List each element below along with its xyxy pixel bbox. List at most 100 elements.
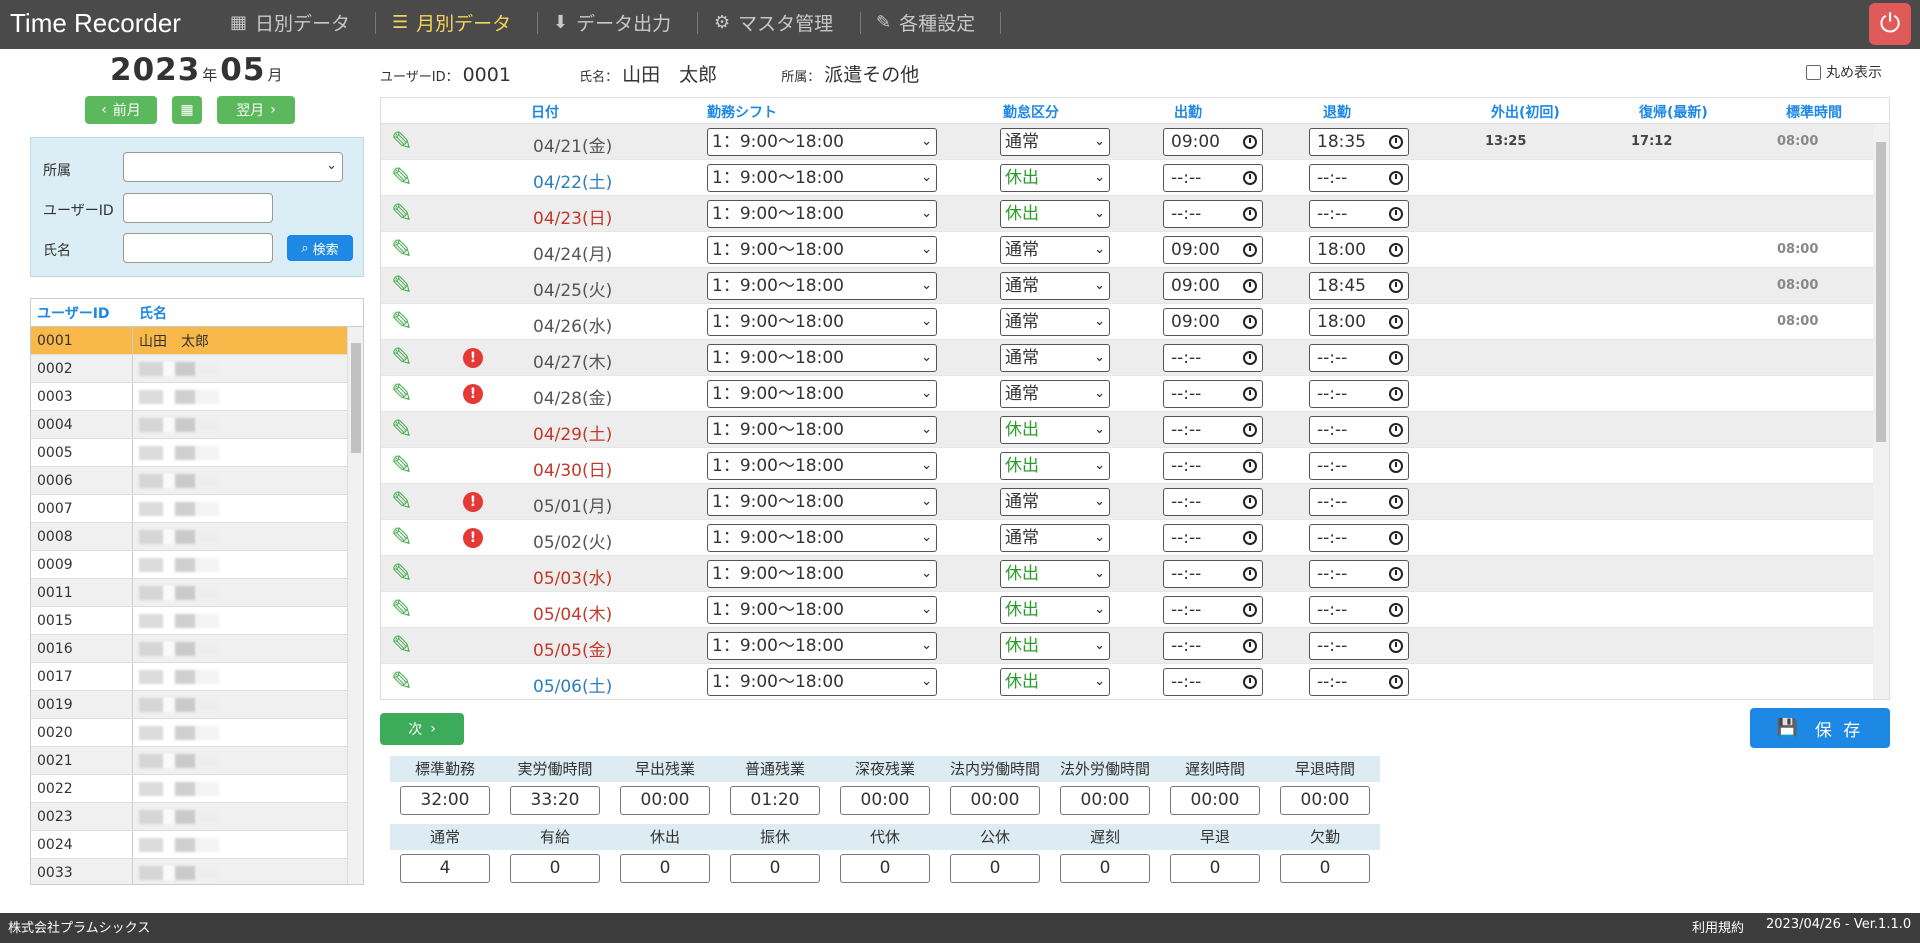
user-row[interactable]: 0004 bbox=[31, 411, 363, 439]
edit-icon[interactable]: ✎ bbox=[391, 668, 419, 696]
edit-icon[interactable]: ✎ bbox=[391, 128, 419, 156]
uid-input[interactable] bbox=[123, 193, 273, 223]
shift-select[interactable]: 1：9:00～18:00 ⌄ bbox=[707, 344, 937, 372]
clock-in-input[interactable]: --:-- bbox=[1163, 200, 1263, 228]
clock-in-input[interactable]: --:-- bbox=[1163, 668, 1263, 696]
kind-select[interactable]: 通常 ⌄ bbox=[1000, 344, 1110, 372]
shift-select[interactable]: 1：9:00～18:00 ⌄ bbox=[707, 524, 937, 552]
edit-icon[interactable]: ✎ bbox=[391, 524, 419, 552]
clock-out-input[interactable]: --:-- bbox=[1309, 452, 1409, 480]
user-row[interactable]: 0009 bbox=[31, 551, 363, 579]
kind-select[interactable]: 休出 ⌄ bbox=[1000, 200, 1110, 228]
clock-out-input[interactable]: 18:35 bbox=[1309, 128, 1409, 156]
shift-select[interactable]: 1：9:00～18:00 ⌄ bbox=[707, 236, 937, 264]
next-button[interactable]: 次 › bbox=[380, 713, 464, 745]
clock-in-input[interactable]: --:-- bbox=[1163, 344, 1263, 372]
edit-icon[interactable]: ✎ bbox=[391, 200, 419, 228]
clock-out-input[interactable]: --:-- bbox=[1309, 524, 1409, 552]
shift-select[interactable]: 1：9:00～18:00 ⌄ bbox=[707, 632, 937, 660]
shift-select[interactable]: 1：9:00～18:00 ⌄ bbox=[707, 452, 937, 480]
user-row[interactable]: 0033 bbox=[31, 859, 363, 884]
clock-in-input[interactable]: --:-- bbox=[1163, 452, 1263, 480]
clock-out-input[interactable]: --:-- bbox=[1309, 668, 1409, 696]
user-row[interactable]: 0019 bbox=[31, 691, 363, 719]
save-button[interactable]: 💾 保 存 bbox=[1750, 708, 1890, 748]
shift-select[interactable]: 1：9:00～18:00 ⌄ bbox=[707, 416, 937, 444]
clock-in-input[interactable]: --:-- bbox=[1163, 524, 1263, 552]
shift-select[interactable]: 1：9:00～18:00 ⌄ bbox=[707, 560, 937, 588]
clock-out-input[interactable]: --:-- bbox=[1309, 632, 1409, 660]
attendance-scrollbar[interactable] bbox=[1873, 124, 1889, 699]
edit-icon[interactable]: ✎ bbox=[391, 380, 419, 408]
clock-in-input[interactable]: 09:00 bbox=[1163, 128, 1263, 156]
clock-in-input[interactable]: --:-- bbox=[1163, 560, 1263, 588]
kind-select[interactable]: 休出 ⌄ bbox=[1000, 452, 1110, 480]
nav-daily-data[interactable]: ▦ 日別データ bbox=[230, 0, 350, 45]
edit-icon[interactable]: ✎ bbox=[391, 344, 419, 372]
shift-select[interactable]: 1：9:00～18:00 ⌄ bbox=[707, 200, 937, 228]
user-row[interactable]: 0007 bbox=[31, 495, 363, 523]
clock-out-input[interactable]: --:-- bbox=[1309, 344, 1409, 372]
clock-out-input[interactable]: --:-- bbox=[1309, 380, 1409, 408]
edit-icon[interactable]: ✎ bbox=[391, 488, 419, 516]
kind-select[interactable]: 通常 ⌄ bbox=[1000, 236, 1110, 264]
user-row[interactable]: 0015 bbox=[31, 607, 363, 635]
clock-out-input[interactable]: --:-- bbox=[1309, 596, 1409, 624]
calendar-button[interactable]: ▦ bbox=[172, 96, 202, 124]
next-month-button[interactable]: 翌月 › bbox=[217, 96, 295, 124]
user-row[interactable]: 0002 bbox=[31, 355, 363, 383]
kind-select[interactable]: 休出 ⌄ bbox=[1000, 668, 1110, 696]
kind-select[interactable]: 休出 ⌄ bbox=[1000, 596, 1110, 624]
clock-in-input[interactable]: --:-- bbox=[1163, 416, 1263, 444]
edit-icon[interactable]: ✎ bbox=[391, 596, 419, 624]
edit-icon[interactable]: ✎ bbox=[391, 272, 419, 300]
clock-out-input[interactable]: 18:00 bbox=[1309, 308, 1409, 336]
edit-icon[interactable]: ✎ bbox=[391, 452, 419, 480]
prev-month-button[interactable]: ‹ 前月 bbox=[85, 96, 157, 124]
clock-out-input[interactable]: --:-- bbox=[1309, 560, 1409, 588]
nav-master-management[interactable]: ⚙ マスタ管理 bbox=[714, 0, 833, 45]
rounding-toggle[interactable]: 丸め表示 bbox=[1806, 62, 1882, 82]
user-row[interactable]: 0016 bbox=[31, 635, 363, 663]
kind-select[interactable]: 通常 ⌄ bbox=[1000, 380, 1110, 408]
kind-select[interactable]: 休出 ⌄ bbox=[1000, 164, 1110, 192]
terms-link[interactable]: 利用規約 bbox=[1692, 917, 1744, 936]
clock-out-input[interactable]: 18:45 bbox=[1309, 272, 1409, 300]
shift-select[interactable]: 1：9:00～18:00 ⌄ bbox=[707, 308, 937, 336]
user-row[interactable]: 0024 bbox=[31, 831, 363, 859]
user-row[interactable]: 0017 bbox=[31, 663, 363, 691]
kind-select[interactable]: 休出 ⌄ bbox=[1000, 560, 1110, 588]
shift-select[interactable]: 1：9:00～18:00 ⌄ bbox=[707, 380, 937, 408]
shift-select[interactable]: 1：9:00～18:00 ⌄ bbox=[707, 596, 937, 624]
kind-select[interactable]: 休出 ⌄ bbox=[1000, 416, 1110, 444]
clock-out-input[interactable]: 18:00 bbox=[1309, 236, 1409, 264]
kind-select[interactable]: 通常 ⌄ bbox=[1000, 272, 1110, 300]
user-row[interactable]: 0003 bbox=[31, 383, 363, 411]
kind-select[interactable]: 通常 ⌄ bbox=[1000, 128, 1110, 156]
user-row[interactable]: 0005 bbox=[31, 439, 363, 467]
nav-settings[interactable]: ✎ 各種設定 bbox=[876, 0, 975, 45]
user-row[interactable]: 0001 山田 太郎 bbox=[31, 327, 363, 355]
search-button[interactable]: ⌕ 検索 bbox=[287, 235, 353, 261]
clock-out-input[interactable]: --:-- bbox=[1309, 488, 1409, 516]
shift-select[interactable]: 1：9:00～18:00 ⌄ bbox=[707, 488, 937, 516]
clock-in-input[interactable]: --:-- bbox=[1163, 632, 1263, 660]
kind-select[interactable]: 通常 ⌄ bbox=[1000, 488, 1110, 516]
clock-out-input[interactable]: --:-- bbox=[1309, 164, 1409, 192]
user-list-scrollbar[interactable] bbox=[347, 327, 363, 884]
clock-in-input[interactable]: 09:00 bbox=[1163, 236, 1263, 264]
user-row[interactable]: 0021 bbox=[31, 747, 363, 775]
clock-in-input[interactable]: --:-- bbox=[1163, 596, 1263, 624]
rounding-checkbox[interactable] bbox=[1806, 64, 1821, 80]
clock-in-input[interactable]: --:-- bbox=[1163, 380, 1263, 408]
nav-monthly-data[interactable]: ☰ 月別データ bbox=[392, 0, 511, 45]
dept-select[interactable]: ⌄ bbox=[123, 152, 343, 182]
kind-select[interactable]: 休出 ⌄ bbox=[1000, 632, 1110, 660]
shift-select[interactable]: 1：9:00～18:00 ⌄ bbox=[707, 164, 937, 192]
scroll-thumb[interactable] bbox=[1876, 142, 1886, 442]
edit-icon[interactable]: ✎ bbox=[391, 308, 419, 336]
nav-data-export[interactable]: ⬇ データ出力 bbox=[553, 0, 671, 45]
scroll-thumb[interactable] bbox=[351, 343, 361, 453]
user-row[interactable]: 0008 bbox=[31, 523, 363, 551]
clock-out-input[interactable]: --:-- bbox=[1309, 200, 1409, 228]
